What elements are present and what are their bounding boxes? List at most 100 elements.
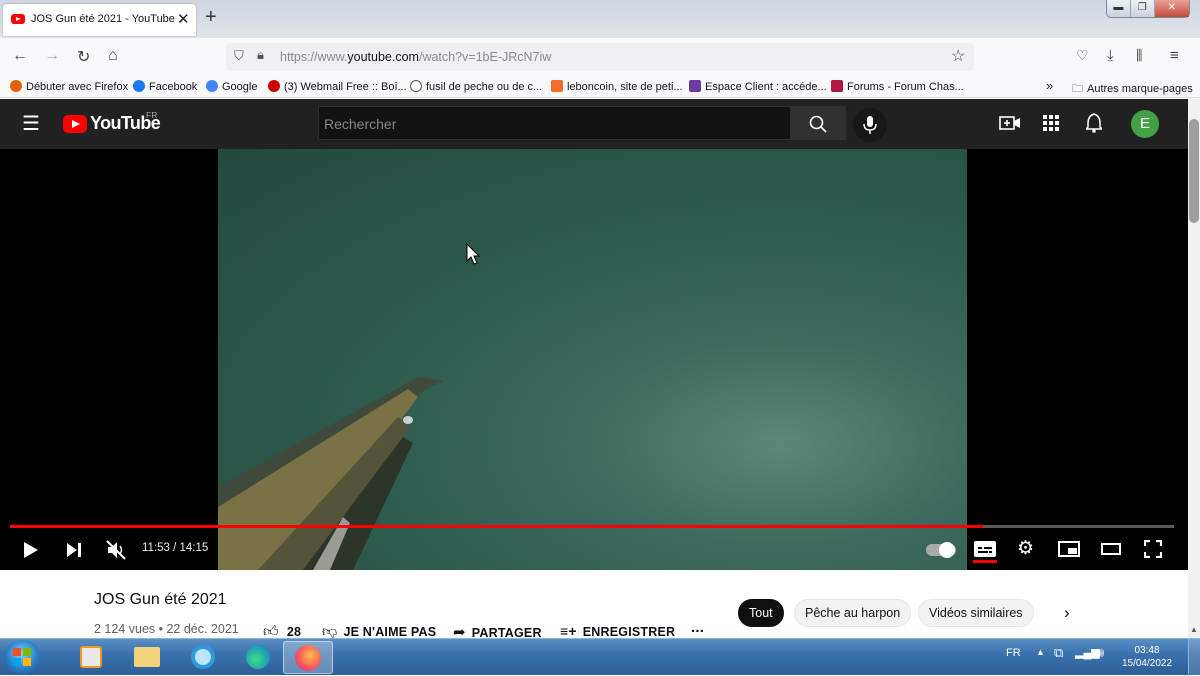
bookmark-google[interactable]: Google (206, 80, 257, 93)
language-indicator[interactable]: FR (1006, 647, 1021, 659)
maximize-button[interactable]: ❐ (1131, 0, 1155, 17)
progress-bar[interactable] (10, 525, 1174, 528)
firefox-icon (10, 80, 22, 92)
page-scrollbar[interactable]: ▲ (1188, 99, 1200, 638)
google-icon (206, 80, 218, 92)
search-icon (809, 115, 827, 133)
show-hidden-icons-icon[interactable]: ▲ (1036, 647, 1045, 657)
shield-icon[interactable]: ⛉ (234, 48, 244, 64)
chevrons-icon[interactable]: » (1046, 78, 1053, 93)
window-controls: ▬ ❐ ✕ (1106, 0, 1190, 18)
taskbar-media-player[interactable] (66, 641, 116, 674)
taskbar-internet-explorer[interactable] (178, 641, 228, 674)
chip-spearfishing[interactable]: Pêche au harpon (794, 599, 912, 627)
show-desktop-button[interactable] (1188, 639, 1200, 676)
leboncoin-icon (551, 80, 563, 92)
bookmark-fusil[interactable]: fusil de peche ou de c... (410, 80, 542, 93)
create-video-icon[interactable] (999, 114, 1021, 132)
other-bookmarks[interactable]: 🗀︎ Autres marque-pages (1072, 80, 1193, 99)
region-code: FR (146, 110, 158, 120)
espace-client-icon (689, 80, 701, 92)
internet-explorer-icon (191, 645, 215, 669)
volume-icon[interactable]: 🔊︎ (1096, 645, 1104, 661)
voice-search-button[interactable] (853, 108, 887, 142)
subtitles-icon[interactable] (974, 541, 996, 557)
folder-icon: 🗀︎ (1072, 83, 1083, 95)
bookmark-firefox[interactable]: Débuter avec Firefox (10, 80, 128, 93)
theater-mode-icon[interactable] (1101, 543, 1121, 555)
autoplay-toggle[interactable] (926, 542, 956, 558)
edge-icon (246, 645, 270, 669)
video-player[interactable]: 11:53 / 14:15 ⚙ (0, 149, 1188, 570)
forward-icon[interactable]: → (44, 47, 60, 65)
globe-icon (410, 80, 422, 92)
youtube-header: ☰ YouTube FR Rechercher E (0, 99, 1188, 149)
close-tab-icon[interactable]: ✕ (177, 10, 190, 28)
play-icon[interactable] (22, 541, 40, 559)
microphone-icon (863, 116, 877, 134)
chevron-right-icon[interactable]: › (1064, 603, 1070, 623)
youtube-logo-icon[interactable] (63, 115, 87, 133)
scrollbar-thumb[interactable] (1189, 119, 1199, 223)
browser-tab[interactable]: JOS Gun été 2021 - YouTube ✕ (3, 4, 196, 36)
more-actions-button[interactable]: ... (691, 619, 704, 636)
lock-icon[interactable]: 🔒︎ (257, 47, 264, 63)
taskbar-firefox[interactable] (283, 641, 333, 674)
muted-volume-icon[interactable] (106, 540, 126, 560)
reload-icon[interactable]: ↻ (77, 47, 90, 67)
video-info: JOS Gun été 2021 2 124 vues • 22 déc. 20… (0, 570, 1188, 641)
download-icon[interactable]: ⤓ (1107, 47, 1114, 64)
progress-fill (10, 525, 984, 528)
fullscreen-icon[interactable] (1144, 540, 1162, 558)
bookmark-forums[interactable]: Forums - Forum Chas... (831, 80, 964, 93)
network-icon[interactable]: ⧉ (1054, 645, 1063, 661)
forum-icon (831, 80, 843, 92)
scroll-down-arrow-icon[interactable]: ▲ (1190, 625, 1198, 634)
bookmark-leboncoin[interactable]: leboncoin, site de peti... (551, 80, 683, 93)
taskbar-edge[interactable] (233, 641, 283, 674)
back-icon[interactable]: ← (12, 47, 28, 65)
webmail-icon (268, 80, 280, 92)
folder-icon (134, 647, 160, 667)
url-bar[interactable]: ⛉ 🔒︎ https://www.youtube.com/watch?v=1bE… (226, 43, 974, 71)
bookmarks-bar: Débuter avec Firefox Facebook Google (3)… (0, 76, 1200, 98)
search-input[interactable]: Rechercher (318, 106, 791, 140)
bookmark-espace-client[interactable]: Espace Client : accéde... (689, 80, 827, 93)
library-icon[interactable]: ⫼ (1136, 47, 1142, 64)
settings-gear-icon[interactable]: ⚙ (1017, 537, 1034, 560)
speargun-image (218, 377, 443, 570)
menu-icon[interactable]: ≡ (1170, 47, 1179, 64)
bookmark-facebook[interactable]: Facebook (133, 80, 197, 93)
chip-all[interactable]: Tout (738, 599, 784, 627)
taskbar-explorer[interactable] (122, 641, 172, 674)
tab-bar: JOS Gun été 2021 - YouTube ✕ + ▬ ❐ ✕ (0, 0, 1200, 38)
system-clock[interactable]: 03:48 15/04/2022 (1117, 644, 1177, 670)
url-text[interactable]: https://www.youtube.com/watch?v=1bE-JRcN… (280, 50, 551, 64)
media-player-icon (80, 646, 102, 668)
avatar[interactable]: E (1131, 110, 1159, 138)
next-video-icon[interactable] (65, 541, 83, 559)
time-display: 11:53 / 14:15 (142, 542, 209, 554)
bookmark-star-icon[interactable]: ☆ (951, 46, 965, 66)
start-button[interactable] (4, 640, 40, 674)
search-button[interactable] (790, 106, 846, 140)
firefox-icon (295, 645, 321, 671)
video-stats: 2 124 vues • 22 déc. 2021 (94, 622, 239, 636)
pocket-icon[interactable]: ♡ (1076, 47, 1089, 64)
youtube-favicon-icon (11, 14, 25, 24)
save-button[interactable]: ≡+ ENREGISTRER (560, 623, 675, 639)
add-to-playlist-icon: ≡+ (560, 623, 577, 639)
chip-similar-videos[interactable]: Vidéos similaires (918, 599, 1034, 627)
home-icon[interactable]: ⌂ (108, 47, 118, 65)
miniplayer-icon[interactable] (1058, 541, 1080, 557)
notifications-bell-icon[interactable] (1086, 113, 1102, 133)
new-tab-icon[interactable]: + (205, 6, 217, 29)
windows-taskbar: FR ▲ ⧉ ▂▄▆ 🔊︎ 03:48 15/04/2022 (0, 638, 1200, 676)
tab-title: JOS Gun été 2021 - YouTube (31, 13, 175, 25)
bookmark-webmail[interactable]: (3) Webmail Free :: Boî... (268, 80, 407, 93)
close-window-button[interactable]: ✕ (1154, 0, 1189, 17)
minimize-button[interactable]: ▬ (1107, 0, 1131, 17)
video-frame[interactable] (218, 149, 967, 570)
hamburger-menu-icon[interactable]: ☰ (22, 111, 40, 136)
apps-grid-icon[interactable] (1043, 115, 1059, 131)
